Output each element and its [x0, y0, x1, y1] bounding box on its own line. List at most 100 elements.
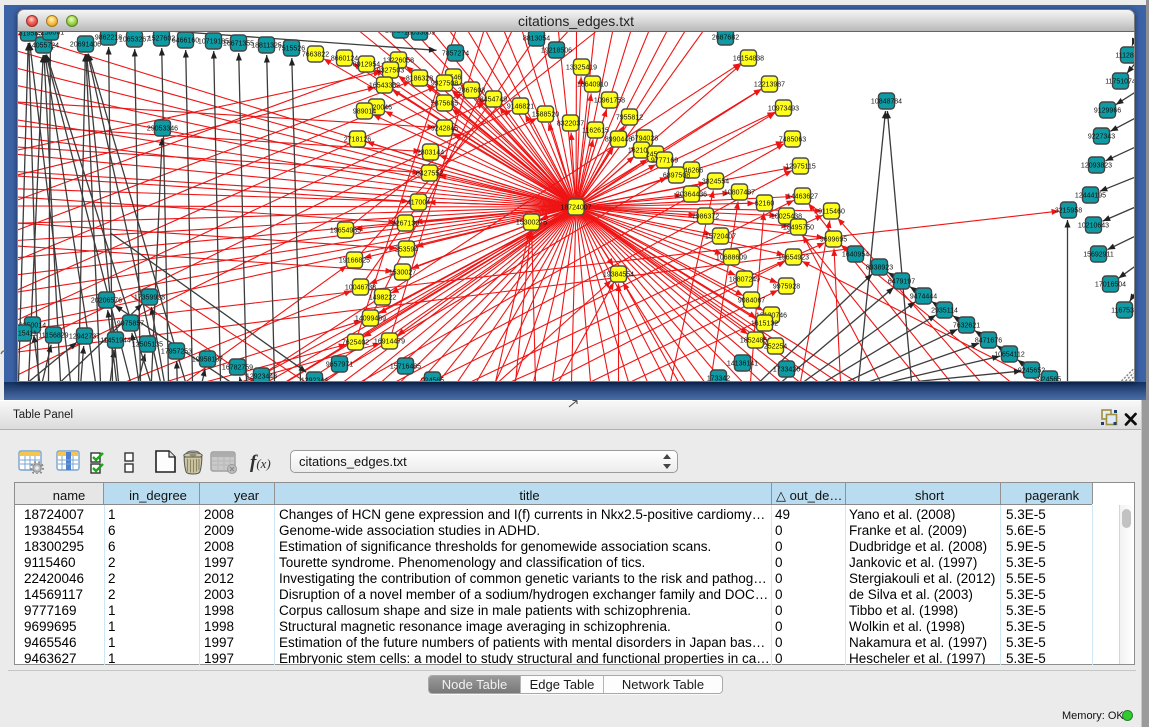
- svg-text:2935114: 2935114: [931, 308, 958, 315]
- svg-text:17957253: 17957253: [161, 349, 192, 356]
- svg-text:12923448: 12923448: [246, 374, 277, 381]
- svg-text:6479197: 6479197: [888, 279, 915, 286]
- svg-text:17359928: 17359928: [134, 295, 165, 302]
- svg-text:62160: 62160: [755, 201, 775, 208]
- svg-text:19384554: 19384554: [603, 272, 634, 279]
- svg-text:16914479: 16914479: [374, 339, 405, 346]
- svg-text:9327503: 9327503: [377, 68, 404, 75]
- svg-text:7663822: 7663822: [302, 52, 329, 59]
- svg-text:15716485: 15716485: [390, 364, 421, 371]
- svg-text:19958187: 19958187: [192, 357, 223, 364]
- svg-text:7857274: 7857274: [442, 51, 469, 58]
- svg-text:19218506: 19218506: [541, 48, 572, 55]
- svg-text:8938923: 8938923: [866, 265, 893, 272]
- svg-text:8471676: 8471676: [975, 338, 1002, 345]
- svg-text:1498222: 1498222: [369, 295, 396, 302]
- svg-text:14463627: 14463627: [787, 194, 818, 201]
- svg-text:252254: 252254: [764, 344, 787, 351]
- svg-text:10973493: 10973493: [768, 106, 799, 113]
- svg-text:7632621: 7632621: [953, 323, 980, 330]
- svg-text:9227343: 9227343: [1088, 134, 1115, 141]
- svg-text:253594: 253594: [395, 247, 418, 254]
- svg-text:7625402: 7625402: [342, 340, 369, 347]
- svg-text:20206576: 20206576: [91, 298, 122, 305]
- svg-text:3824554: 3824554: [702, 179, 729, 186]
- svg-text:8454749: 8454749: [480, 97, 507, 104]
- svg-text:12444195: 12444195: [1075, 193, 1106, 200]
- svg-text:6466160: 6466160: [172, 38, 199, 45]
- svg-text:1733426: 1733426: [773, 367, 800, 374]
- svg-text:924565: 924565: [1038, 377, 1061, 383]
- svg-text:11451944: 11451944: [100, 338, 131, 345]
- svg-text:7485063: 7485063: [779, 137, 806, 144]
- svg-text:16033809: 16033809: [404, 32, 435, 37]
- svg-text:3215958: 3215958: [1055, 208, 1082, 215]
- svg-text:10848784: 10848784: [871, 99, 902, 106]
- svg-text:15692911: 15692911: [1083, 252, 1114, 259]
- svg-text:19654923: 19654923: [778, 255, 809, 262]
- svg-text:8427552: 8427552: [416, 171, 443, 178]
- svg-text:7515526: 7515526: [278, 46, 305, 53]
- svg-text:173342: 173342: [707, 376, 730, 383]
- svg-text:13325419: 13325419: [566, 65, 597, 72]
- svg-text:20364436: 20364436: [676, 192, 707, 199]
- svg-text:1615132: 1615132: [751, 321, 778, 328]
- svg-text:2867608: 2867608: [458, 88, 485, 95]
- svg-text:16782759: 16782759: [222, 365, 253, 372]
- svg-text:16543382: 16543382: [369, 83, 400, 90]
- svg-text:9242845: 9242845: [431, 126, 458, 133]
- svg-text:9146821: 9146821: [507, 104, 534, 111]
- svg-text:3915411: 3915411: [18, 331, 37, 338]
- svg-text:18807249: 18807249: [729, 277, 760, 284]
- svg-text:16154838: 16154838: [733, 56, 764, 63]
- svg-text:18495750: 18495750: [783, 225, 814, 232]
- svg-text:18640910: 18640910: [577, 82, 608, 89]
- svg-text:15300275: 15300275: [516, 220, 547, 227]
- svg-text:7986372: 7986372: [692, 214, 719, 221]
- svg-text:1167534: 1167534: [1111, 308, 1135, 315]
- svg-text:17016504: 17016504: [1095, 282, 1126, 289]
- svg-text:1292344: 1292344: [301, 378, 328, 383]
- svg-text:10653267: 10653267: [119, 37, 150, 44]
- svg-text:10807487: 10807487: [724, 190, 755, 197]
- svg-text:12505135: 12505135: [132, 342, 163, 349]
- svg-text:8322037: 8322037: [557, 121, 584, 128]
- svg-text:1162615: 1162615: [582, 128, 609, 135]
- svg-text:9975857: 9975857: [117, 321, 144, 328]
- svg-text:5875685: 5875685: [431, 101, 458, 108]
- svg-text:19166825: 19166825: [339, 258, 370, 265]
- svg-text:9699695: 9699695: [820, 237, 847, 244]
- svg-text:11751074: 11751074: [1105, 79, 1135, 86]
- svg-text:8990446: 8990446: [605, 137, 632, 144]
- svg-text:7955812: 7955812: [616, 115, 643, 122]
- svg-text:18724007: 18724007: [560, 205, 591, 212]
- svg-text:10654112: 10654112: [994, 352, 1025, 359]
- svg-text:1530027: 1530027: [389, 270, 416, 277]
- svg-text:1640954: 1640954: [842, 252, 869, 259]
- svg-text:20691406: 20691406: [70, 42, 101, 49]
- svg-text:417004: 417004: [407, 200, 430, 207]
- svg-text:1588520: 1588520: [532, 112, 559, 119]
- svg-text:1112843: 1112843: [1115, 53, 1135, 60]
- svg-text:9474444: 9474444: [910, 294, 937, 301]
- svg-text:8813054: 8813054: [523, 36, 550, 43]
- svg-text:9129966: 9129966: [1094, 108, 1121, 115]
- svg-text:12093823: 12093823: [1081, 163, 1112, 170]
- svg-text:12942737: 12942737: [69, 334, 100, 341]
- svg-text:29053346: 29053346: [147, 126, 178, 133]
- svg-text:16671355: 16671355: [223, 41, 254, 48]
- svg-text:12213987: 12213987: [754, 82, 785, 89]
- svg-text:2687682: 2687682: [712, 35, 739, 42]
- svg-text:11156829: 11156829: [38, 333, 68, 340]
- svg-text:14099489: 14099489: [355, 316, 386, 323]
- svg-text:10961758: 10961758: [594, 98, 625, 105]
- svg-text:8186328: 8186328: [406, 76, 433, 83]
- svg-text:9327508: 9327508: [431, 81, 458, 88]
- svg-text:10210643: 10210643: [1078, 223, 1109, 230]
- svg-text:6897508: 6897508: [663, 173, 690, 180]
- svg-text:19654985: 19654985: [330, 228, 361, 235]
- svg-text:924565: 924565: [421, 378, 444, 383]
- svg-text:2803144: 2803144: [417, 150, 444, 157]
- svg-text:14136141: 14136141: [727, 361, 758, 368]
- svg-text:12975115: 12975115: [785, 164, 816, 171]
